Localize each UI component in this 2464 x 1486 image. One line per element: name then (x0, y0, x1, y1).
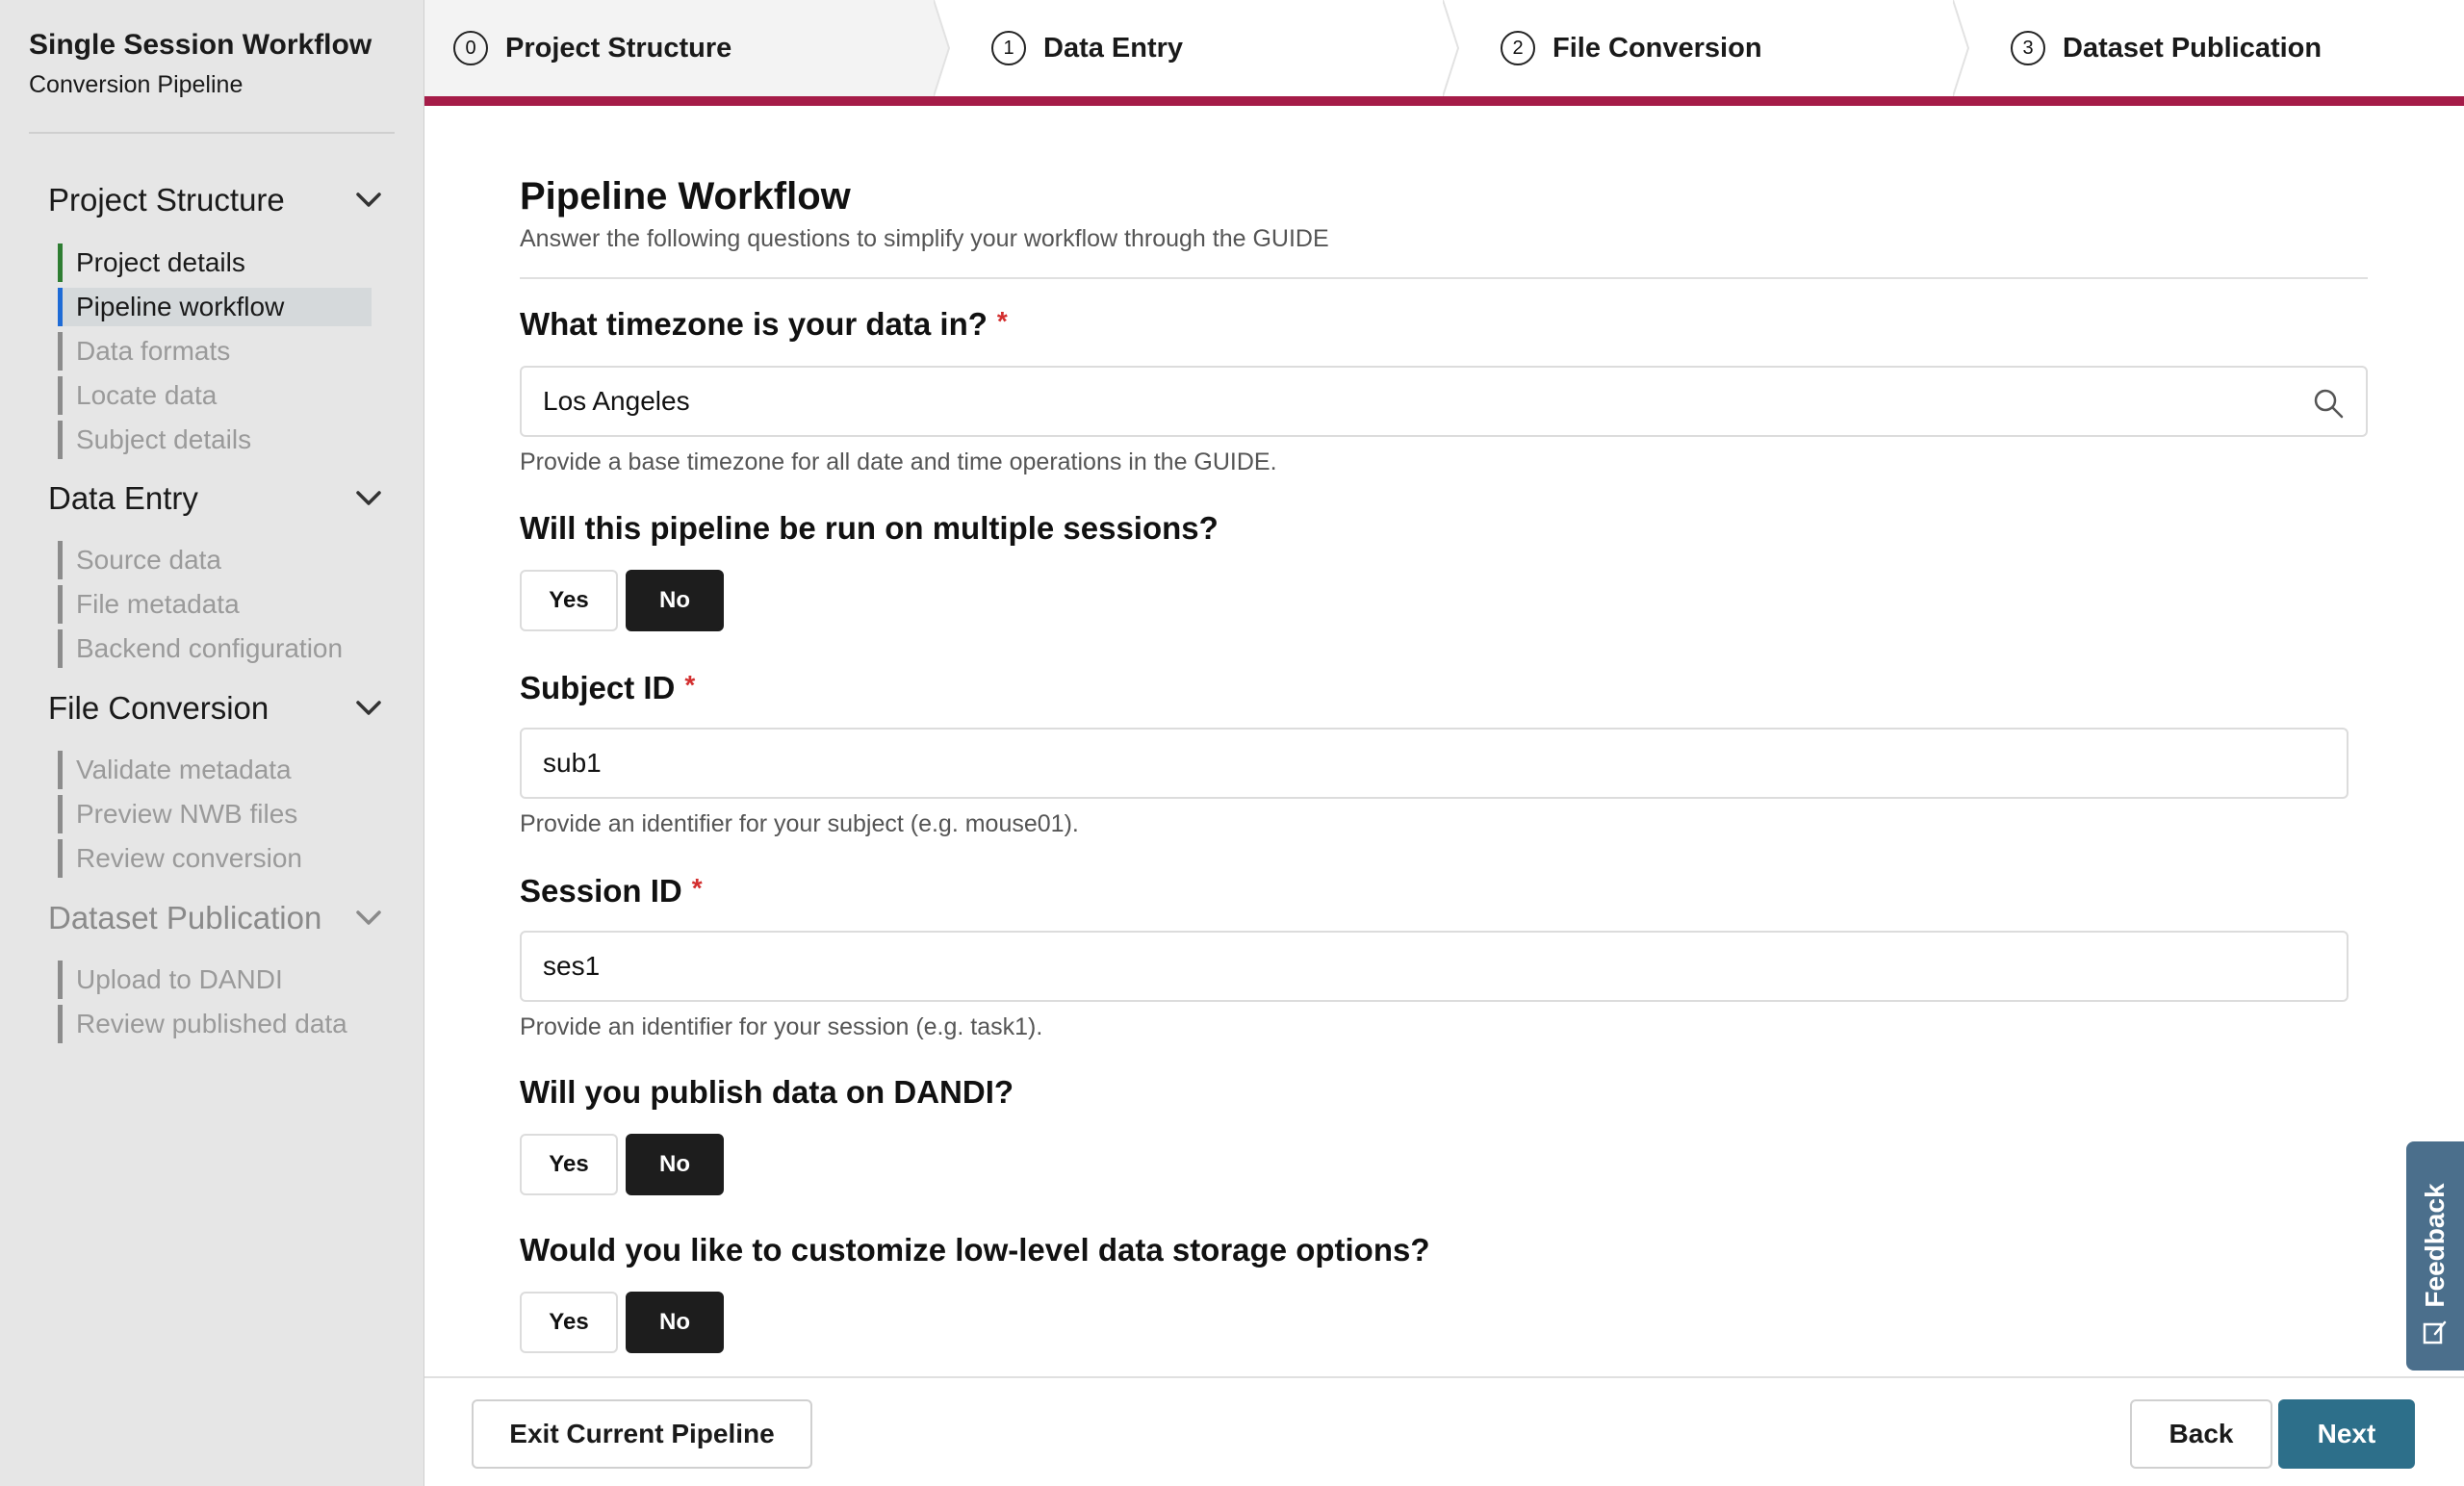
storage-options-no-button[interactable]: No (626, 1292, 724, 1353)
step-label: File Conversion (1553, 32, 1762, 64)
sidebar: Single Session Workflow Conversion Pipel… (0, 0, 424, 1486)
publish-dandi-toggle: Yes No (520, 1134, 724, 1195)
step-label: Data Entry (1043, 32, 1184, 64)
storage-options-question: Would you like to customize low-level da… (520, 1232, 1430, 1268)
publish-dandi-question: Will you publish data on DANDI? (520, 1074, 1014, 1110)
back-button[interactable]: Back (2130, 1399, 2272, 1469)
page-title: Pipeline Workflow (520, 175, 851, 218)
step-file-conversion[interactable]: 2 File Conversion (1472, 0, 1953, 96)
session-id-input[interactable] (522, 932, 2347, 1001)
subject-id-question: Subject ID * (520, 670, 695, 706)
subject-id-field[interactable] (520, 728, 2348, 799)
sidebar-item-backend-configuration[interactable]: Backend configuration (58, 629, 372, 668)
chevron-down-icon[interactable] (352, 482, 385, 515)
publish-dandi-yes-button[interactable]: Yes (520, 1134, 618, 1195)
sidebar-item-validate-metadata[interactable]: Validate metadata (58, 751, 372, 789)
sidebar-section-file-conversion[interactable]: File Conversion (48, 684, 385, 732)
next-button[interactable]: Next (2278, 1399, 2415, 1469)
progress-stepper: 0 Project Structure 1 Data Entry 2 File … (424, 0, 2464, 96)
timezone-help: Provide a base timezone for all date and… (520, 448, 1277, 475)
sidebar-item-file-metadata[interactable]: File metadata (58, 585, 372, 624)
storage-options-toggle: Yes No (520, 1292, 724, 1353)
step-separator (934, 0, 951, 96)
required-marker: * (684, 670, 696, 700)
sidebar-item-review-published-data[interactable]: Review published data (58, 1005, 372, 1043)
step-number: 0 (453, 31, 488, 65)
sidebar-item-preview-nwb-files[interactable]: Preview NWB files (58, 795, 372, 833)
subject-id-label: Subject ID (520, 670, 676, 705)
multiple-sessions-yes-button[interactable]: Yes (520, 570, 618, 631)
step-label: Project Structure (505, 32, 732, 64)
title-divider (520, 277, 2368, 279)
footer-bar: Exit Current Pipeline Back Next (424, 1376, 2464, 1486)
main-content: Pipeline Workflow Answer the following q… (424, 106, 2464, 1376)
step-project-structure[interactable]: 0 Project Structure (424, 0, 934, 96)
page-subtitle: Answer the following questions to simpli… (520, 225, 1329, 252)
timezone-input[interactable] (522, 367, 2366, 436)
step-number: 2 (1501, 31, 1535, 65)
sidebar-section-project-structure[interactable]: Project Structure (48, 176, 385, 224)
required-marker: * (996, 306, 1008, 336)
session-id-help: Provide an identifier for your session (… (520, 1013, 1043, 1040)
publish-dandi-no-button[interactable]: No (626, 1134, 724, 1195)
step-label: Dataset Publication (2063, 32, 2323, 64)
session-id-question: Session ID * (520, 873, 703, 910)
sidebar-item-source-data[interactable]: Source data (58, 541, 372, 579)
feedback-label: Feedback (2420, 1183, 2450, 1308)
subject-id-help: Provide an identifier for your subject (… (520, 810, 1079, 837)
chevron-down-icon[interactable] (352, 692, 385, 725)
feedback-edit-icon (2422, 1319, 2449, 1345)
sidebar-item-upload-to-dandi[interactable]: Upload to DANDI (58, 961, 372, 999)
chevron-down-icon[interactable] (352, 184, 385, 217)
session-id-field[interactable] (520, 931, 2348, 1002)
sidebar-section-title: Project Structure (48, 182, 285, 218)
sidebar-divider (29, 132, 395, 134)
sidebar-section-title: Data Entry (48, 480, 198, 516)
step-separator (1953, 0, 1970, 96)
subject-id-input[interactable] (522, 729, 2347, 798)
chevron-down-icon[interactable] (352, 902, 385, 935)
step-number: 1 (991, 31, 1026, 65)
step-dataset-publication[interactable]: 3 Dataset Publication (1982, 0, 2464, 96)
multiple-sessions-no-button[interactable]: No (626, 570, 724, 631)
app-title: Single Session Workflow (29, 29, 372, 61)
sidebar-item-project-details[interactable]: Project details (58, 243, 372, 282)
sidebar-item-locate-data[interactable]: Locate data (58, 376, 372, 415)
sidebar-section-title: Dataset Publication (48, 900, 322, 935)
multiple-sessions-toggle: Yes No (520, 570, 724, 631)
timezone-question-text: What timezone is your data in? (520, 306, 988, 342)
sidebar-section-title: File Conversion (48, 690, 270, 726)
sidebar-section-data-entry[interactable]: Data Entry (48, 474, 385, 523)
sidebar-section-dataset-publication[interactable]: Dataset Publication (48, 894, 385, 942)
required-marker: * (691, 873, 703, 903)
multiple-sessions-question: Will this pipeline be run on multiple se… (520, 510, 1219, 546)
sidebar-item-pipeline-workflow[interactable]: Pipeline workflow (58, 288, 372, 326)
stepper-accent-bar (424, 96, 2464, 106)
step-data-entry[interactable]: 1 Data Entry (962, 0, 1444, 96)
feedback-tab[interactable]: Feedback (2406, 1141, 2464, 1371)
sidebar-item-subject-details[interactable]: Subject details (58, 421, 372, 459)
exit-pipeline-button[interactable]: Exit Current Pipeline (472, 1399, 812, 1469)
app-subtitle: Conversion Pipeline (29, 71, 244, 98)
sidebar-item-review-conversion[interactable]: Review conversion (58, 839, 372, 878)
timezone-question: What timezone is your data in? * (520, 306, 1008, 343)
step-separator (1443, 0, 1460, 96)
timezone-search-field[interactable] (520, 366, 2368, 437)
storage-options-yes-button[interactable]: Yes (520, 1292, 618, 1353)
search-icon[interactable] (2312, 387, 2345, 420)
sidebar-item-data-formats[interactable]: Data formats (58, 332, 372, 371)
session-id-label: Session ID (520, 873, 682, 909)
step-number: 3 (2011, 31, 2045, 65)
